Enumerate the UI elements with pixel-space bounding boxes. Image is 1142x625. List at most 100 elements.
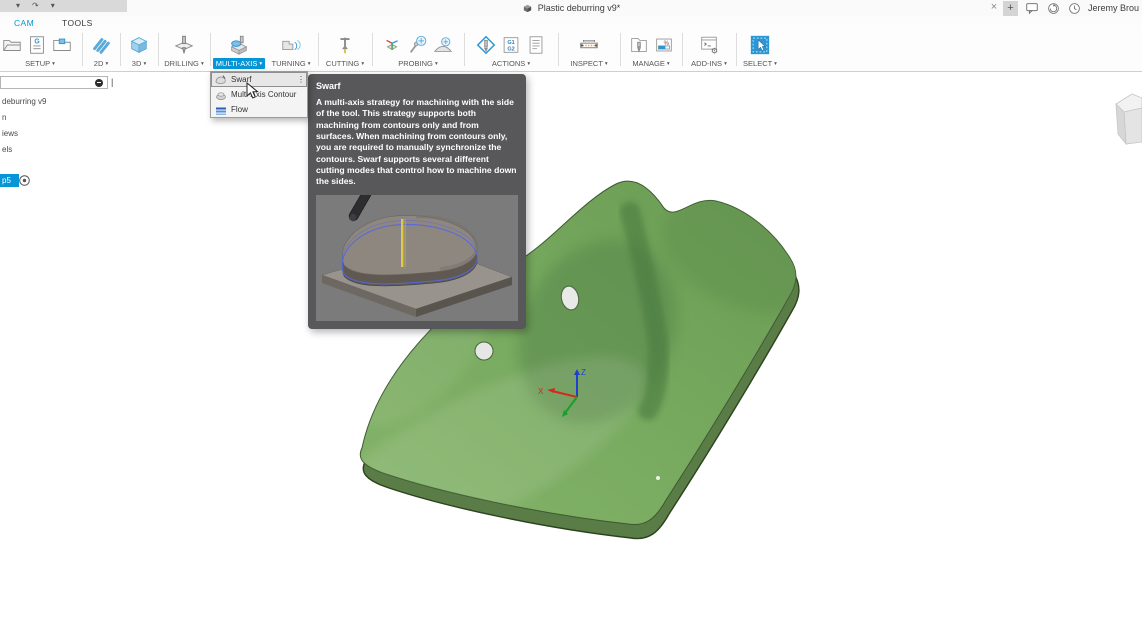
workspace-tab-bar: CAM TOOLS (0, 16, 1142, 31)
menu-item-label: Flow (231, 105, 248, 114)
toolbar-label-cutting[interactable]: CUTTING ▾ (323, 58, 367, 69)
toolbar-separator (372, 33, 373, 66)
toolbar-group-drilling: DRILLING ▾ (160, 31, 208, 69)
sync-icon[interactable] (1046, 1, 1060, 15)
triad-z-label: Z (581, 368, 586, 377)
more-options-icon[interactable]: ⋮ (297, 75, 305, 84)
multi-axis-icon[interactable] (227, 32, 252, 57)
chevron-down-icon: ▾ (667, 61, 670, 67)
toolbar-separator (736, 33, 737, 66)
toolbar-label-select[interactable]: SELECT ▾ (740, 58, 780, 69)
toolbar-label-probing[interactable]: PROBING ▾ (395, 58, 440, 69)
measure-icon[interactable] (577, 32, 602, 57)
model-hole-left[interactable] (475, 342, 493, 360)
document-tab[interactable]: Plastic deburring v9* (0, 0, 1142, 16)
cutting-icon[interactable] (333, 32, 358, 57)
minus-circle-icon[interactable] (95, 79, 103, 87)
swarf-example-image (316, 195, 518, 321)
generate-icon[interactable] (474, 32, 499, 57)
toolbar-label-3d[interactable]: 3D ▾ (129, 58, 149, 69)
svg-text:G2: G2 (507, 46, 514, 52)
toolbar-separator (682, 33, 683, 66)
menu-item-label: Multi-Axis Contour (231, 90, 296, 99)
toolbar-group-add-ins: ⚙ ADD-INS ▾ (684, 31, 734, 69)
toolbar-group-cutting: CUTTING ▾ (320, 31, 370, 69)
document-title: Plastic deburring v9* (538, 3, 621, 13)
toolbar-group-inspect: INSPECT ▾ (560, 31, 618, 69)
toolbar-group-probing: PROBING ▾ (374, 31, 462, 69)
toolbar-label-inspect[interactable]: INSPECT ▾ (567, 58, 610, 69)
user-name[interactable]: Jeremy Brou (1088, 3, 1139, 13)
chevron-down-icon: ▾ (724, 61, 727, 67)
browser-search-input[interactable] (0, 76, 108, 89)
new-document-tab-button[interactable]: + (1003, 1, 1018, 16)
toolbar-group-setup: G SETUP ▾ (0, 31, 80, 69)
document-cube-icon (522, 3, 533, 14)
tooltip-title: Swarf (316, 81, 518, 91)
toolbar-separator (318, 33, 319, 66)
comment-icon[interactable] (1025, 1, 1039, 15)
browser-item-deburring-v9[interactable]: deburring v9 (0, 95, 51, 108)
browser-item-els[interactable]: els (0, 143, 17, 156)
chevron-down-icon: ▾ (774, 61, 777, 67)
tab-tools[interactable]: TOOLS (56, 16, 99, 31)
select-icon[interactable] (748, 32, 773, 57)
toolbar-label-2d[interactable]: 2D ▾ (91, 58, 111, 69)
close-document-icon[interactable]: × (988, 1, 1000, 13)
svg-text:⚙: ⚙ (711, 46, 718, 55)
toolbar-label-manage[interactable]: MANAGE ▾ (629, 58, 672, 69)
toolbar-label-turning[interactable]: TURNING ▾ (268, 58, 313, 69)
chevron-down-icon: ▾ (201, 61, 204, 67)
gcode-document-icon[interactable]: G (24, 32, 49, 57)
tooltip-body: A multi-axis strategy for machining with… (316, 97, 518, 188)
clock-icon[interactable] (1067, 1, 1081, 15)
swarf-tooltip: Swarf A multi-axis strategy for machinin… (308, 74, 526, 329)
toolbar-separator (620, 33, 621, 66)
probe-geometry-icon[interactable] (406, 32, 431, 57)
turning-icon[interactable] (279, 32, 304, 57)
svg-text:G: G (34, 38, 39, 45)
folder-icon[interactable] (49, 32, 74, 57)
menu-item-flow[interactable]: Flow (211, 102, 307, 117)
wcs-probe-icon[interactable] (381, 32, 406, 57)
toolbar-separator (558, 33, 559, 66)
tool-library-icon[interactable] (626, 32, 651, 57)
chevron-down-icon: ▾ (52, 61, 55, 67)
toolbar-label-drilling[interactable]: DRILLING ▾ (161, 58, 206, 69)
drilling-icon[interactable] (172, 32, 197, 57)
browser-item-iews[interactable]: iews (0, 127, 23, 140)
chevron-down-icon: ▾ (435, 61, 438, 67)
flow-icon (214, 103, 227, 116)
svg-text:G1: G1 (507, 40, 514, 46)
3d-adaptive-icon[interactable] (127, 32, 152, 57)
multi-axis-contour-icon (214, 88, 227, 101)
scripts-addins-icon[interactable]: ⚙ (697, 32, 722, 57)
mouse-cursor (246, 82, 260, 100)
toolbar-separator (210, 33, 211, 66)
chevron-down-icon: ▾ (143, 61, 146, 67)
chevron-down-icon: ▾ (361, 61, 364, 67)
toolbar-separator (82, 33, 83, 66)
machining-time-icon[interactable]: % (651, 32, 676, 57)
setup-sheet-icon[interactable] (524, 32, 549, 57)
browser-item-n[interactable]: n (0, 111, 11, 124)
toolbar-label-add-ins[interactable]: ADD-INS ▾ (688, 58, 730, 69)
view-cube[interactable] (1110, 84, 1142, 154)
toolbar-group-2d: 2D ▾ (84, 31, 118, 69)
toolbar-label-setup[interactable]: SETUP ▾ (22, 58, 58, 69)
inspect-surface-icon[interactable] (431, 32, 456, 57)
toolbar-label-multi-axis[interactable]: MULTI-AXIS ▾ (213, 58, 265, 69)
toolbar-group-multi-axis: MULTI-AXIS ▾ (212, 31, 266, 69)
swarf-icon (214, 73, 227, 86)
2d-pocket-icon[interactable] (89, 32, 114, 57)
target-icon[interactable] (18, 174, 31, 187)
browser-item-p5[interactable]: p5 (0, 174, 19, 187)
title-bar: ▾ ↷ ▾ Plastic deburring v9* × + Jeremy B… (0, 0, 1142, 16)
folder-milling-icon[interactable] (0, 32, 24, 57)
model-viewport[interactable]: Z X (0, 0, 1142, 625)
toolbar-separator (158, 33, 159, 66)
toolbar-group-turning: TURNING ▾ (266, 31, 316, 69)
post-process-icon[interactable]: G1G2 (499, 32, 524, 57)
toolbar-label-actions[interactable]: ACTIONS ▾ (489, 58, 533, 69)
chevron-down-icon: ▾ (605, 61, 608, 67)
